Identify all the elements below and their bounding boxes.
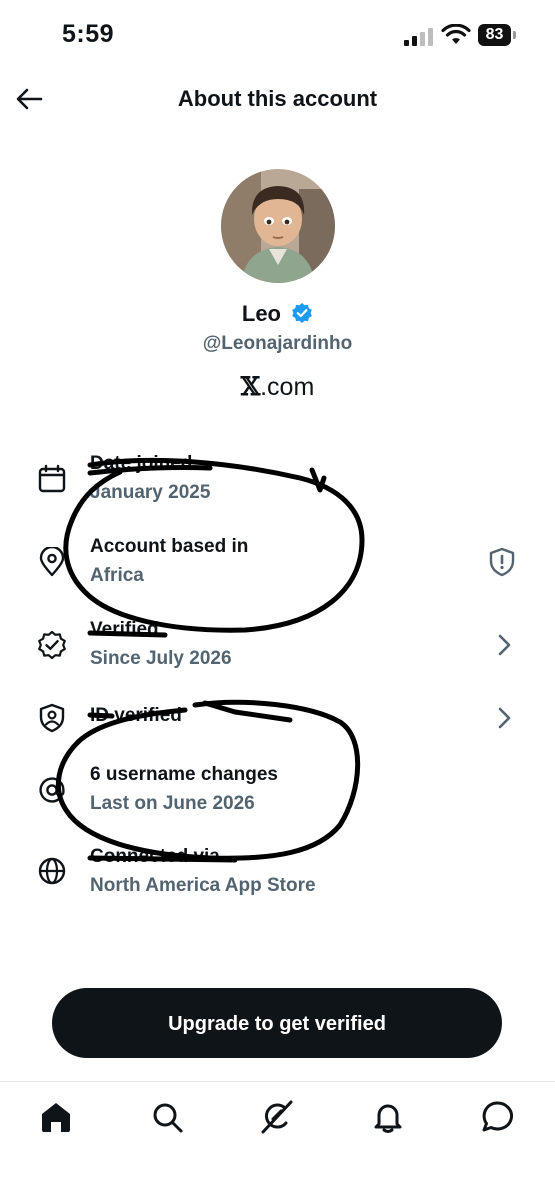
search-icon[interactable] xyxy=(149,1099,185,1135)
at-sign-icon xyxy=(39,777,65,803)
upgrade-to-verified-button[interactable]: Upgrade to get verified xyxy=(52,988,502,1058)
connected-via-label: Connected via xyxy=(90,846,220,867)
profile-handle: @Leonajardinho xyxy=(202,333,353,354)
date-joined-value: January 2025 xyxy=(90,482,211,503)
x-logo: 𝕏 xyxy=(240,372,261,401)
grok-icon[interactable] xyxy=(259,1099,295,1135)
site-label: 𝕏.com xyxy=(0,372,555,402)
location-pin-icon xyxy=(39,547,65,577)
profile-name: Leo xyxy=(241,301,281,326)
globe-icon xyxy=(38,857,66,885)
home-icon[interactable] xyxy=(38,1099,74,1135)
page-title: About this account xyxy=(177,86,378,111)
shield-alert-icon[interactable] xyxy=(487,547,517,577)
username-changes-value: Last on June 2026 xyxy=(90,793,255,814)
notifications-icon[interactable] xyxy=(370,1099,406,1135)
verified-value: Since July 2026 xyxy=(90,648,232,669)
username-changes-label: 6 username changes xyxy=(90,764,278,785)
verified-badge-icon xyxy=(292,303,312,323)
avatar[interactable] xyxy=(221,169,335,283)
bottom-nav-divider xyxy=(0,1081,555,1082)
battery-icon: 83 xyxy=(478,24,518,46)
status-time: 5:59 xyxy=(62,20,115,48)
wifi-icon xyxy=(441,24,471,44)
chevron-right-icon[interactable] xyxy=(493,705,515,731)
site-domain: .com xyxy=(260,373,315,401)
account-based-label: Account based in xyxy=(90,536,249,557)
verified-badge-outline-icon xyxy=(38,630,66,660)
chevron-right-icon[interactable] xyxy=(493,632,515,658)
verified-label: Verified xyxy=(90,619,159,640)
connected-via-value: North America App Store xyxy=(90,875,316,896)
id-shield-icon xyxy=(39,703,65,733)
battery-level: 83 xyxy=(478,24,511,46)
id-verified-label: ID verified xyxy=(90,705,182,726)
date-joined-label: Date joined xyxy=(90,453,193,474)
profile-name-row: Leo xyxy=(0,301,555,327)
account-based-value: Africa xyxy=(90,565,144,586)
messages-icon[interactable] xyxy=(480,1099,516,1135)
calendar-icon xyxy=(38,464,66,493)
cellular-signal-icon xyxy=(404,28,433,46)
